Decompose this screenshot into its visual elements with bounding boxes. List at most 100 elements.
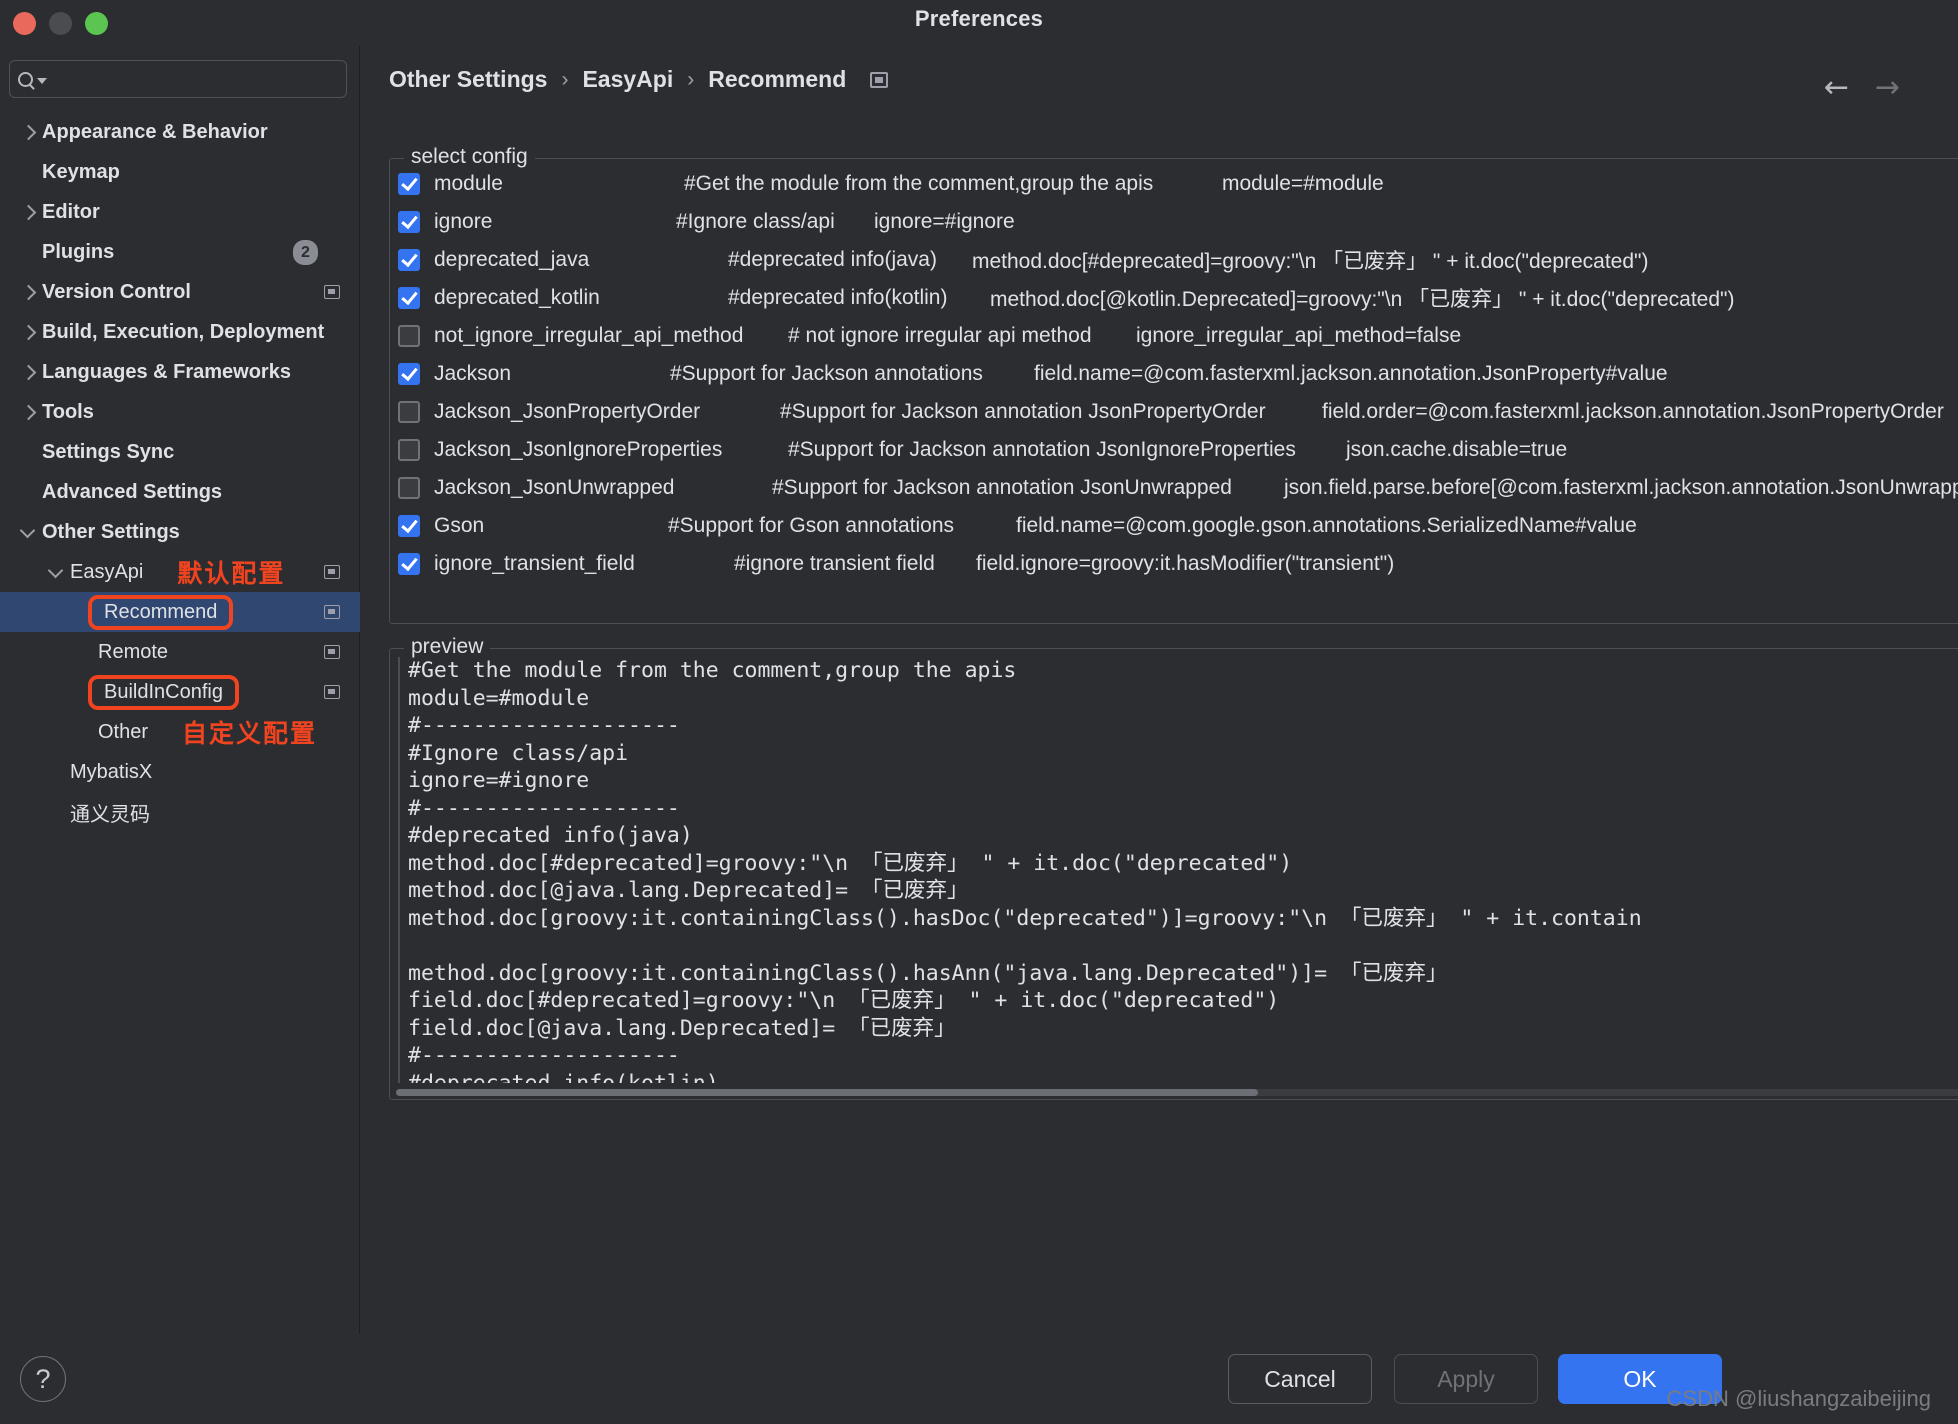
forward-arrow-icon[interactable]: → — [1875, 70, 1900, 105]
sidebar-item-buildinconfig[interactable]: BuildInConfig — [0, 672, 360, 712]
window-title: Preferences — [914, 6, 1044, 31]
sidebar-item-editor[interactable]: Editor — [0, 192, 360, 232]
config-row[interactable]: ignore_transient_field #ignore transient … — [398, 545, 1958, 583]
config-row[interactable]: not_ignore_irregular_api_method # not ign… — [398, 317, 1958, 355]
config-value: field.name=@com.fasterxml.jackson.annota… — [1034, 362, 1668, 385]
config-row[interactable]: Jackson_JsonUnwrapped #Support for Jackso… — [398, 469, 1958, 507]
preview-hscrollbar-thumb[interactable] — [396, 1089, 1258, 1096]
config-row[interactable]: Gson #Support for Gson annotations field.n… — [398, 507, 1958, 545]
checkbox-not_ignore_irregular_api_method[interactable] — [398, 325, 420, 347]
config-description: #Get the module from the comment,group t… — [684, 172, 1154, 195]
config-name: ignore — [434, 210, 493, 233]
config-description: #deprecated info(java) — [728, 248, 937, 271]
sidebar-item-label: Version Control — [42, 280, 191, 303]
chevron-right-icon[interactable] — [18, 401, 40, 423]
help-button[interactable]: ? — [20, 1356, 66, 1402]
twisty-spacer — [18, 441, 40, 463]
twisty-spacer — [46, 761, 68, 783]
config-value: module=#module — [1222, 172, 1384, 195]
checkbox-ignore[interactable] — [398, 211, 420, 233]
checkbox-Jackson[interactable] — [398, 363, 420, 385]
config-row[interactable]: deprecated_java #deprecated info(java) met… — [398, 241, 1958, 279]
sidebar-item-languages-frameworks[interactable]: Languages & Frameworks — [0, 352, 360, 392]
config-name: ignore_transient_field — [434, 552, 635, 575]
sidebar-item-easyapi[interactable]: EasyApi 默认配置 — [0, 552, 360, 592]
config-row[interactable]: Jackson #Support for Jackson annotations f… — [398, 355, 1958, 393]
config-row[interactable]: Jackson_JsonIgnoreProperties #Support for… — [398, 431, 1958, 469]
sidebar-item-appearance-behavior[interactable]: Appearance & Behavior — [0, 112, 360, 152]
checkbox-deprecated_kotlin[interactable] — [398, 287, 420, 309]
preview-content: #Get the module from the comment,group t… — [398, 657, 1958, 1083]
twisty-spacer — [18, 161, 40, 183]
config-description: #Ignore class/api — [676, 210, 835, 233]
config-value: ignore_irregular_api_method=false — [1136, 324, 1462, 347]
sidebar-item-mybatisx[interactable]: MybatisX — [0, 752, 360, 792]
config-value: json.cache.disable=true — [1346, 438, 1568, 461]
search-icon — [18, 71, 47, 87]
cancel-button[interactable]: Cancel — [1228, 1354, 1372, 1404]
twisty-spacer — [74, 681, 96, 703]
config-name: Jackson — [434, 362, 512, 385]
config-description: #Support for Gson annotations — [668, 514, 955, 537]
panel-indicator-icon — [324, 645, 340, 659]
checkbox-Jackson_JsonPropertyOrder[interactable] — [398, 401, 420, 423]
sidebar-item-label: Tools — [42, 400, 94, 423]
chevron-right-icon[interactable] — [18, 361, 40, 383]
config-name: Gson — [434, 514, 485, 537]
chevron-right-icon[interactable] — [18, 321, 40, 343]
chevron-right-icon[interactable] — [18, 281, 40, 303]
sidebar-item-keymap[interactable]: Keymap — [0, 152, 360, 192]
preview-group: preview #Get the module from the comment… — [389, 635, 1958, 1100]
checkbox-deprecated_java[interactable] — [398, 249, 420, 271]
sidebar-item-other[interactable]: Other 自定义配置 — [0, 712, 360, 752]
dialog-footer: ? Cancel Apply OK CSDN @liushangzaibeiji… — [0, 1334, 1958, 1424]
sidebar-item-label: BuildInConfig — [88, 674, 239, 710]
config-row[interactable]: deprecated_kotlin #deprecated info(kotlin… — [398, 279, 1958, 317]
config-description: #Support for Jackson annotation JsonProp… — [780, 400, 1266, 423]
sidebar-item-settings-sync[interactable]: Settings Sync — [0, 432, 360, 472]
breadcrumb-panel-icon[interactable] — [870, 71, 889, 88]
checkbox-Jackson_JsonUnwrapped[interactable] — [398, 477, 420, 499]
sidebar-item-[interactable]: 通义灵码 — [0, 792, 360, 832]
twisty-spacer — [18, 241, 40, 263]
config-value: method.doc[#deprecated]=groovy:"\n 「已废弃」… — [972, 250, 1649, 273]
config-row[interactable]: Jackson_JsonPropertyOrder #Support for Ja… — [398, 393, 1958, 431]
sidebar-item-build-execution-deployment[interactable]: Build, Execution, Deployment — [0, 312, 360, 352]
chevron-right-icon[interactable] — [18, 121, 40, 143]
breadcrumb-separator: › — [687, 67, 695, 91]
breadcrumb-item-0[interactable]: Other Settings — [389, 66, 547, 93]
breadcrumb-item-1[interactable]: EasyApi — [582, 66, 673, 93]
twisty-spacer — [74, 641, 96, 663]
search-input[interactable] — [9, 60, 347, 98]
navigation-arrows: ← → — [1824, 70, 1900, 105]
checkbox-Gson[interactable] — [398, 515, 420, 537]
config-name: deprecated_kotlin — [434, 286, 600, 309]
sidebar-item-version-control[interactable]: Version Control — [0, 272, 360, 312]
config-row[interactable]: module #Get the module from the comment,g… — [398, 165, 1958, 203]
sidebar-item-label: Keymap — [42, 160, 120, 183]
sidebar-item-tools[interactable]: Tools — [0, 392, 360, 432]
sidebar-item-plugins[interactable]: Plugins 2 — [0, 232, 360, 272]
checkbox-module[interactable] — [398, 173, 420, 195]
sidebar-item-label: Other — [98, 720, 149, 743]
config-row[interactable]: ignore #Ignore class/api ignore=#ignore — [398, 203, 1958, 241]
sidebar-item-label: Appearance & Behavior — [42, 120, 268, 143]
sidebar-item-recommend[interactable]: Recommend — [0, 592, 360, 632]
breadcrumb-item-2[interactable]: Recommend — [708, 66, 846, 93]
config-name: deprecated_java — [434, 248, 590, 271]
config-description: #deprecated info(kotlin) — [728, 286, 948, 309]
checkbox-Jackson_JsonIgnoreProperties[interactable] — [398, 439, 420, 461]
chevron-right-icon[interactable] — [18, 201, 40, 223]
select-config-group: select config module #Get the module from… — [389, 145, 1958, 624]
panel-indicator-icon — [324, 685, 340, 699]
chevron-down-icon[interactable] — [46, 561, 68, 583]
sidebar-item-label: Other Settings — [42, 520, 180, 543]
chevron-down-icon[interactable] — [18, 521, 40, 543]
twisty-spacer — [74, 721, 96, 743]
sidebar-item-other-settings[interactable]: Other Settings — [0, 512, 360, 552]
sidebar-item-remote[interactable]: Remote — [0, 632, 360, 672]
sidebar-item-advanced-settings[interactable]: Advanced Settings — [0, 472, 360, 512]
back-arrow-icon[interactable]: ← — [1824, 70, 1849, 105]
sidebar-item-label: Editor — [42, 200, 100, 223]
checkbox-ignore_transient_field[interactable] — [398, 553, 420, 575]
